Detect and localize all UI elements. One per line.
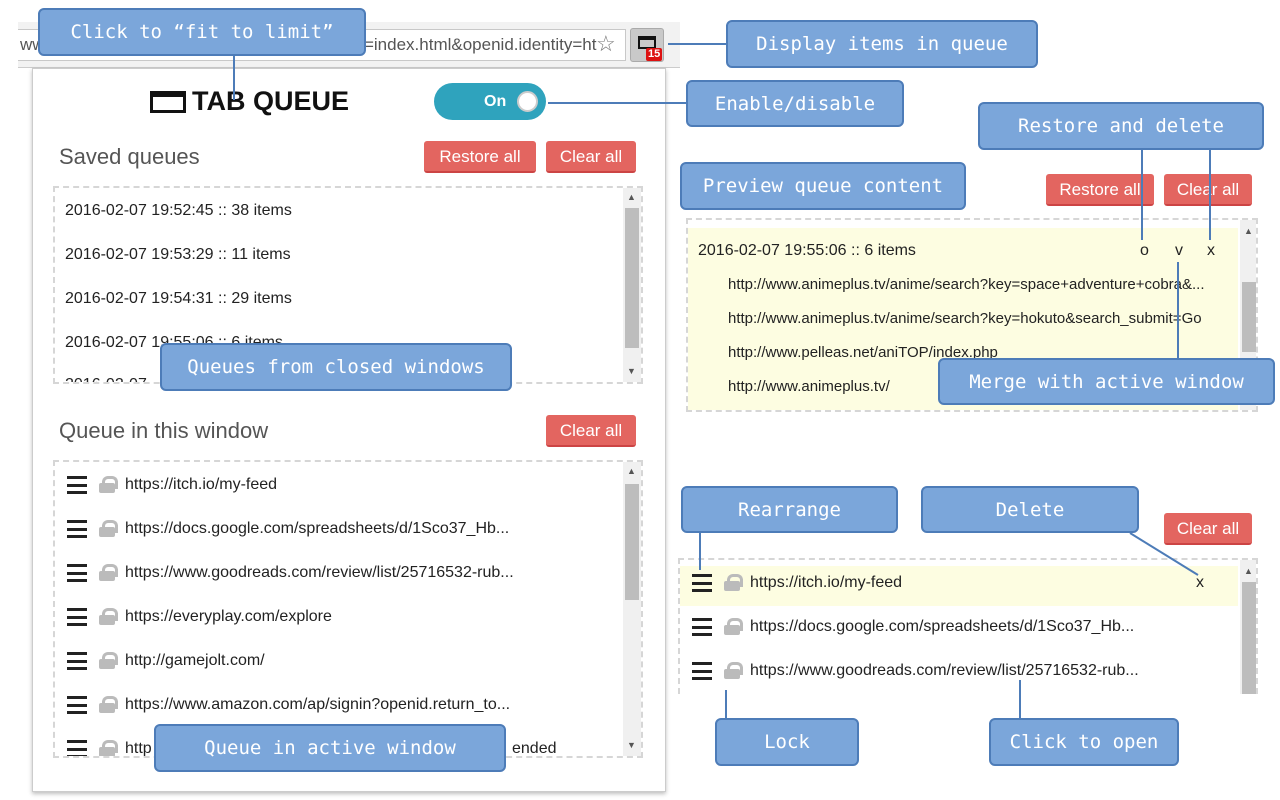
saved-queue-item[interactable]: 2016-02-07 19:53:29 :: 11 items xyxy=(65,246,291,264)
queue-detail-list: https://itch.io/my-feed x https://docs.g… xyxy=(678,558,1258,694)
tab-queue-icon xyxy=(150,90,186,113)
delete-item-button[interactable]: x xyxy=(1196,574,1204,592)
saved-queues-heading: Saved queues xyxy=(59,144,200,169)
restore-action[interactable]: o xyxy=(1140,242,1149,260)
drag-handle-icon[interactable] xyxy=(67,564,87,582)
lock-icon[interactable] xyxy=(99,740,118,756)
drag-handle-icon[interactable] xyxy=(692,662,712,680)
scrollbar[interactable]: ▲ ▼ xyxy=(623,188,641,382)
drag-handle-icon[interactable] xyxy=(67,608,87,626)
callout-fit-to-limit: Click to “fit to limit” xyxy=(38,8,366,56)
merge-action[interactable]: v xyxy=(1175,242,1183,260)
callout-preview: Preview queue content xyxy=(680,162,966,210)
queue-item-link[interactable]: https://everyplay.com/explore xyxy=(125,608,332,626)
queue-item-link[interactable]: https://www.goodreads.com/review/list/25… xyxy=(125,564,514,582)
window-queue-list: ▲ ▼ https://itch.io/my-feed https://docs.g… xyxy=(53,460,643,758)
window-queue-heading: Queue in this window xyxy=(59,418,269,443)
callout-closed-windows: Queues from closed windows xyxy=(160,343,512,391)
callout-merge: Merge with active window xyxy=(938,358,1275,405)
saved-queue-item[interactable]: 2016-02-07 19:52:45 :: 38 items xyxy=(65,202,292,220)
logo[interactable]: TAB QUEUE xyxy=(150,86,349,117)
queue-item-link[interactable]: https://www.amazon.com/ap/signin?openid.… xyxy=(125,696,510,714)
drag-handle-icon[interactable] xyxy=(67,740,87,756)
restore-all-button[interactable]: Restore all xyxy=(1046,174,1154,206)
clear-all-saved-button[interactable]: Clear all xyxy=(546,141,636,173)
queue-item-link[interactable]: https://www.goodreads.com/review/list/25… xyxy=(750,662,1139,680)
queue-item-link[interactable]: https://docs.google.com/spreadsheets/d/1… xyxy=(125,520,509,538)
toggle-knob xyxy=(517,91,538,112)
queue-item-link[interactable]: https://itch.io/my-feed xyxy=(750,574,902,592)
lock-icon[interactable] xyxy=(99,608,118,625)
preview-header[interactable]: 2016-02-07 19:55:06 :: 6 items xyxy=(698,242,916,260)
queue-item-link[interactable]: http://gamejolt.com/ xyxy=(125,652,265,670)
drag-handle-icon[interactable] xyxy=(692,618,712,636)
callout-enable-disable: Enable/disable xyxy=(686,80,904,127)
drag-handle-icon[interactable] xyxy=(692,574,712,592)
bookmark-star-icon[interactable]: ☆ xyxy=(596,31,616,57)
lock-icon[interactable] xyxy=(99,564,118,581)
callout-delete: Delete xyxy=(921,486,1139,533)
drag-handle-icon[interactable] xyxy=(67,476,87,494)
toggle-label: On xyxy=(484,93,507,110)
enable-toggle[interactable]: On xyxy=(434,83,546,120)
preview-url[interactable]: http://www.animeplus.tv/anime/search?key… xyxy=(728,310,1202,327)
preview-url[interactable]: http://www.animeplus.tv/anime/search?key… xyxy=(728,276,1205,293)
clear-all-window-button[interactable]: Clear all xyxy=(546,415,636,447)
lock-icon[interactable] xyxy=(99,696,118,713)
lock-icon[interactable] xyxy=(99,476,118,493)
queue-item-link[interactable]: https://itch.io/my-feed xyxy=(125,476,277,494)
callout-click-to-open: Click to open xyxy=(989,718,1179,766)
queue-item-link-tail[interactable]: ended xyxy=(512,740,557,756)
callout-restore-delete: Restore and delete xyxy=(978,102,1264,150)
scrollbar[interactable]: ▲ xyxy=(1240,560,1256,694)
clear-all-button[interactable]: Clear all xyxy=(1164,174,1252,206)
preview-url[interactable]: http://www.animeplus.tv/ xyxy=(728,378,890,395)
drag-handle-icon[interactable] xyxy=(67,652,87,670)
restore-all-button[interactable]: Restore all xyxy=(424,141,536,173)
lock-icon[interactable] xyxy=(724,574,743,591)
queue-count-badge: 15 xyxy=(646,48,663,61)
lock-icon[interactable] xyxy=(99,652,118,669)
clear-all-button[interactable]: Clear all xyxy=(1164,513,1252,545)
callout-rearrange: Rearrange xyxy=(681,486,898,533)
queue-item-link[interactable]: https://docs.google.com/spreadsheets/d/1… xyxy=(750,618,1134,636)
app-title: TAB QUEUE xyxy=(192,86,350,116)
lock-icon[interactable] xyxy=(724,618,743,635)
callout-lock: Lock xyxy=(715,718,859,766)
drag-handle-icon[interactable] xyxy=(67,520,87,538)
delete-action[interactable]: x xyxy=(1207,242,1215,260)
scrollbar[interactable]: ▲ ▼ xyxy=(623,462,641,756)
lock-icon[interactable] xyxy=(99,520,118,537)
saved-queue-item[interactable]: 2016-02-07 19:54:31 :: 29 items xyxy=(65,290,292,308)
queue-item-link[interactable]: http xyxy=(125,740,152,756)
callout-active-window: Queue in active window xyxy=(154,724,506,772)
lock-icon[interactable] xyxy=(724,662,743,679)
callout-display-items: Display items in queue xyxy=(726,20,1038,68)
saved-queue-item[interactable]: 2016-02-07 xyxy=(65,376,147,382)
drag-handle-icon[interactable] xyxy=(67,696,87,714)
